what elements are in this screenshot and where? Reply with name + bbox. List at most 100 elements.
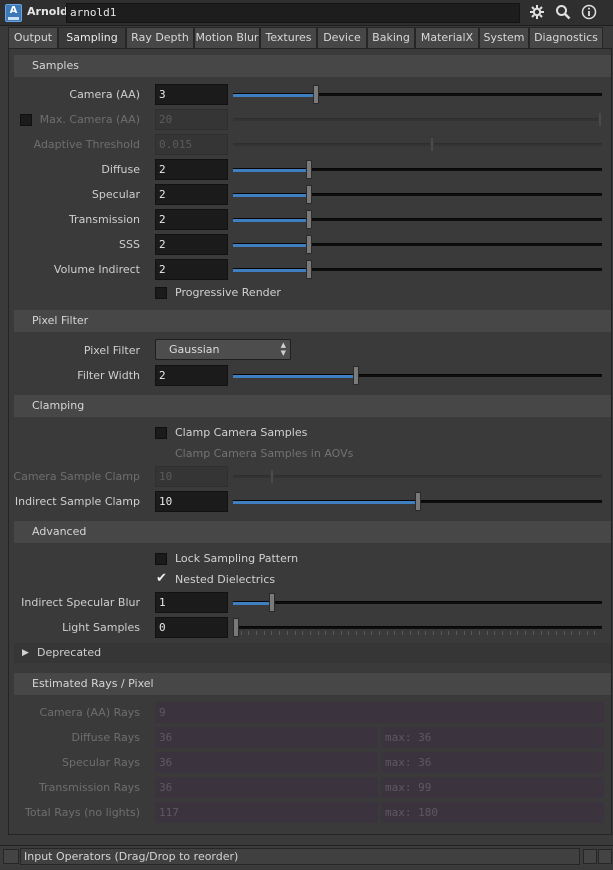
node-type-label: Arnold (27, 5, 68, 18)
camera-sample-clamp-slider[interactable] (233, 469, 602, 484)
volume-indirect-slider[interactable] (233, 260, 602, 279)
filter-width-field[interactable]: 2 (155, 365, 228, 386)
specular-field[interactable]: 2 (155, 184, 228, 205)
indirect-sample-clamp-field[interactable]: 10 (155, 491, 228, 512)
diffuse-slider[interactable] (233, 160, 602, 179)
diffuse-field[interactable]: 2 (155, 159, 228, 180)
tab-sampling[interactable]: Sampling (58, 27, 126, 49)
max-camera-aa-toggle[interactable] (20, 114, 32, 126)
tab-textures[interactable]: Textures (260, 27, 317, 48)
camera-aa-slider[interactable] (233, 85, 602, 104)
slider-handle[interactable] (270, 469, 274, 484)
slider-tick (241, 631, 242, 635)
expand-arrow-icon: ▶ (22, 648, 29, 658)
slider-tick (541, 631, 542, 635)
section-samples[interactable]: Samples (14, 55, 611, 77)
adaptive-threshold-field[interactable]: 0.015 (155, 134, 228, 155)
pixel-filter-menu[interactable]: Gaussian ▲ ▼ (155, 339, 291, 360)
slider-tick (564, 631, 565, 635)
slider-tick (325, 631, 326, 635)
node-name-field[interactable]: arnold1 (66, 3, 520, 23)
nested-dielectrics-checkbox[interactable]: ✔ (155, 571, 167, 586)
indirect-specular-blur-slider[interactable] (233, 593, 602, 612)
slider-handle[interactable] (430, 137, 434, 152)
sss-field[interactable]: 2 (155, 234, 228, 255)
gear-icon[interactable] (528, 4, 546, 22)
slider-tick (456, 631, 457, 635)
slider-tick (433, 631, 434, 635)
slider-tick (471, 631, 472, 635)
tab-output[interactable]: Output (8, 27, 58, 48)
operators-add-button[interactable] (583, 849, 597, 864)
indirect-specular-blur-field[interactable]: 1 (155, 592, 228, 613)
info-icon[interactable] (580, 4, 598, 22)
slider-handle[interactable] (306, 160, 312, 179)
tab-diagnostics[interactable]: Diagnostics (529, 27, 603, 48)
slider-handle[interactable] (306, 185, 312, 204)
slider-tick (441, 631, 442, 635)
slider-handle[interactable] (306, 260, 312, 279)
operators-remove-button[interactable] (598, 849, 612, 864)
progressive-render-checkbox[interactable] (155, 287, 167, 299)
tab-ray-depth[interactable]: Ray Depth (126, 27, 194, 48)
total-rays-label: Total Rays (no lights) (25, 806, 140, 819)
clamp-aovs-label: Clamp Camera Samples in AOVs (175, 447, 354, 460)
slider-tick (371, 631, 372, 635)
max-camera-aa-field[interactable]: 20 (155, 109, 228, 130)
tab-system[interactable]: System (479, 27, 529, 48)
slider-handle[interactable] (415, 492, 421, 511)
slider-handle[interactable] (306, 210, 312, 229)
search-icon[interactable] (554, 4, 572, 22)
slider-handle[interactable] (313, 85, 319, 104)
tab-materialx[interactable]: MaterialX (415, 27, 479, 48)
slider-tick (256, 631, 257, 635)
slider-handle[interactable] (598, 112, 602, 127)
slider-tick (502, 631, 503, 635)
slider-tick (464, 631, 465, 635)
indirect-sample-clamp-slider[interactable] (233, 492, 602, 511)
slider-tick (287, 631, 288, 635)
section-clamping[interactable]: Clamping (14, 395, 611, 417)
diffuse-label: Diffuse (101, 163, 140, 176)
section-estimated-rays[interactable]: Estimated Rays / Pixel (14, 673, 611, 695)
light-samples-slider[interactable] (233, 618, 602, 637)
total-rays-max-field: max: 180 (381, 802, 604, 823)
slider-handle[interactable] (353, 366, 359, 385)
sss-slider[interactable] (233, 235, 602, 254)
deprecated-folder[interactable]: ▶ Deprecated (14, 643, 611, 663)
sss-label: SSS (119, 238, 140, 251)
section-pixel-filter[interactable]: Pixel Filter (14, 310, 611, 332)
camera-aa-field[interactable]: 3 (155, 84, 228, 105)
light-samples-field[interactable]: 0 (155, 617, 228, 638)
lock-sampling-pattern-checkbox[interactable] (155, 553, 167, 565)
volume-indirect-field[interactable]: 2 (155, 259, 228, 280)
max-camera-aa-slider[interactable] (233, 112, 602, 127)
tab-motion-blur[interactable]: Motion Blur (194, 27, 260, 48)
clamp-aovs-checkbox[interactable] (155, 448, 167, 460)
slider-tick (587, 631, 588, 635)
slider-handle[interactable] (269, 593, 275, 612)
transmission-field[interactable]: 2 (155, 209, 228, 230)
nested-dielectrics-label: Nested Dielectrics (175, 573, 276, 586)
operators-toggle-button[interactable] (3, 849, 19, 864)
section-advanced[interactable]: Advanced (14, 521, 611, 543)
slider-handle[interactable] (233, 618, 239, 637)
slider-tick (295, 631, 296, 635)
input-operators-dropzone[interactable]: Input Operators (Drag/Drop to reorder) (20, 848, 580, 865)
arnold-logo-icon: A (5, 4, 22, 22)
slider-tick (517, 631, 518, 635)
input-operators-bar: Input Operators (Drag/Drop to reorder) (0, 845, 613, 867)
tab-baking[interactable]: Baking (367, 27, 415, 48)
camera-sample-clamp-field[interactable]: 10 (155, 466, 228, 487)
slider-tick (525, 631, 526, 635)
slider-tick (494, 631, 495, 635)
slider-handle[interactable] (306, 235, 312, 254)
transmission-slider[interactable] (233, 210, 602, 229)
specular-slider[interactable] (233, 185, 602, 204)
max-camera-aa-label: Max. Camera (AA) (39, 113, 140, 126)
adaptive-threshold-slider[interactable] (233, 137, 602, 152)
filter-width-slider[interactable] (233, 366, 602, 385)
camera-aa-label: Camera (AA) (69, 88, 140, 101)
tab-device[interactable]: Device (317, 27, 367, 48)
clamp-camera-samples-checkbox[interactable] (155, 427, 167, 439)
